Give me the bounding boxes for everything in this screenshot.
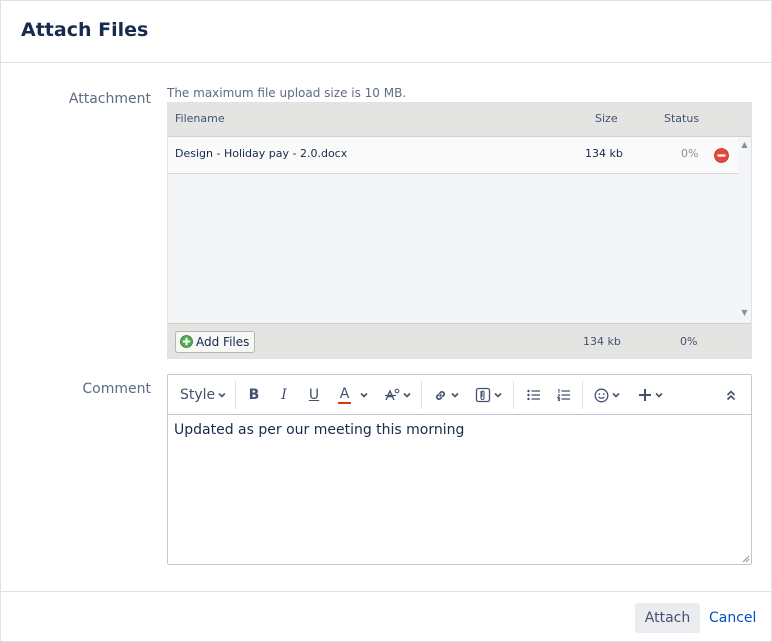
comment-label: Comment: [82, 381, 151, 397]
remove-file-icon[interactable]: [714, 148, 729, 163]
attachment-table-footer: Add Files 134 kb 0%: [168, 323, 751, 358]
attachment-table: Filename Size Status Design - Holiday pa…: [167, 102, 752, 359]
text-effects-button[interactable]: [382, 383, 412, 407]
file-status: 0%: [681, 147, 699, 160]
cancel-link[interactable]: Cancel: [709, 610, 756, 626]
scroll-down-icon[interactable]: ▼: [740, 309, 749, 317]
toolbar-separator: [513, 381, 514, 409]
file-size: 134 kb: [585, 147, 623, 160]
toolbar-separator: [235, 381, 236, 409]
comment-input[interactable]: Updated as per our meeting this morning: [168, 416, 751, 564]
file-name: Design - Holiday pay - 2.0.docx: [175, 147, 348, 160]
toolbar-separator: [421, 381, 422, 409]
underline-icon: U: [308, 387, 320, 403]
file-list-scrollbar[interactable]: ▲ ▼: [738, 137, 751, 322]
attachment-button[interactable]: [473, 383, 503, 407]
link-icon: [436, 390, 445, 400]
style-dropdown[interactable]: Style: [180, 383, 226, 407]
link-button[interactable]: [431, 383, 461, 407]
italic-button[interactable]: I: [274, 383, 294, 407]
italic-icon: I: [281, 387, 287, 403]
attach-button[interactable]: Attach: [635, 603, 700, 633]
total-status: 0%: [680, 335, 698, 348]
underline-button[interactable]: U: [304, 383, 324, 407]
column-header-size: Size: [595, 112, 618, 125]
style-dropdown-label: Style: [180, 387, 216, 403]
chevron-down-icon: [218, 392, 226, 398]
total-size: 134 kb: [583, 335, 621, 348]
attachment-icon: [475, 387, 490, 403]
insert-plus-icon: [638, 389, 651, 401]
column-header-filename: Filename: [175, 112, 225, 125]
emoji-icon: [594, 388, 609, 402]
collapse-toolbar-icon: [726, 389, 736, 400]
attachment-table-header: Filename Size Status: [168, 103, 751, 137]
text-color-button[interactable]: A: [334, 383, 372, 407]
dialog-title: Attach Files: [21, 19, 149, 41]
chevron-down-icon: [493, 392, 502, 398]
chevron-down-icon: [654, 392, 663, 398]
toolbar-separator: [582, 381, 583, 409]
chevron-down-icon: [612, 392, 620, 398]
collapse-toolbar-button[interactable]: [721, 383, 741, 407]
text-color-icon: A: [337, 385, 352, 404]
comment-editor: Style B I U A Updated as per our meeting…: [167, 374, 752, 565]
chevron-down-icon: [360, 392, 368, 398]
numbered-list-icon: [557, 389, 570, 401]
max-upload-size-note: The maximum file upload size is 10 MB.: [167, 86, 407, 100]
resize-handle-icon[interactable]: [741, 554, 750, 563]
chevron-down-icon: [451, 392, 459, 398]
column-header-status: Status: [664, 112, 700, 125]
bold-button[interactable]: B: [244, 383, 264, 407]
numbered-list-button[interactable]: [553, 383, 575, 407]
text-effects-icon: [384, 388, 399, 401]
attach-files-dialog: Attach Files Attachment The maximum file…: [0, 0, 772, 642]
attachment-label: Attachment: [68, 91, 151, 107]
bold-icon: B: [248, 387, 260, 403]
dialog-header: Attach Files: [1, 1, 771, 63]
insert-more-button[interactable]: [635, 383, 665, 407]
editor-toolbar: Style B I U A: [168, 375, 751, 415]
add-files-label: Add Files: [196, 335, 250, 349]
add-files-button[interactable]: Add Files: [175, 331, 255, 353]
dialog-footer: Attach Cancel: [1, 591, 771, 641]
emoji-button[interactable]: [592, 383, 622, 407]
add-circle-icon: [180, 335, 193, 348]
scroll-up-icon[interactable]: ▲: [740, 141, 749, 149]
file-row: Design - Holiday pay - 2.0.docx 134 kb 0…: [168, 137, 738, 174]
chevron-down-icon: [402, 392, 411, 398]
bullet-list-icon: [527, 389, 540, 401]
bullet-list-button[interactable]: [523, 383, 545, 407]
